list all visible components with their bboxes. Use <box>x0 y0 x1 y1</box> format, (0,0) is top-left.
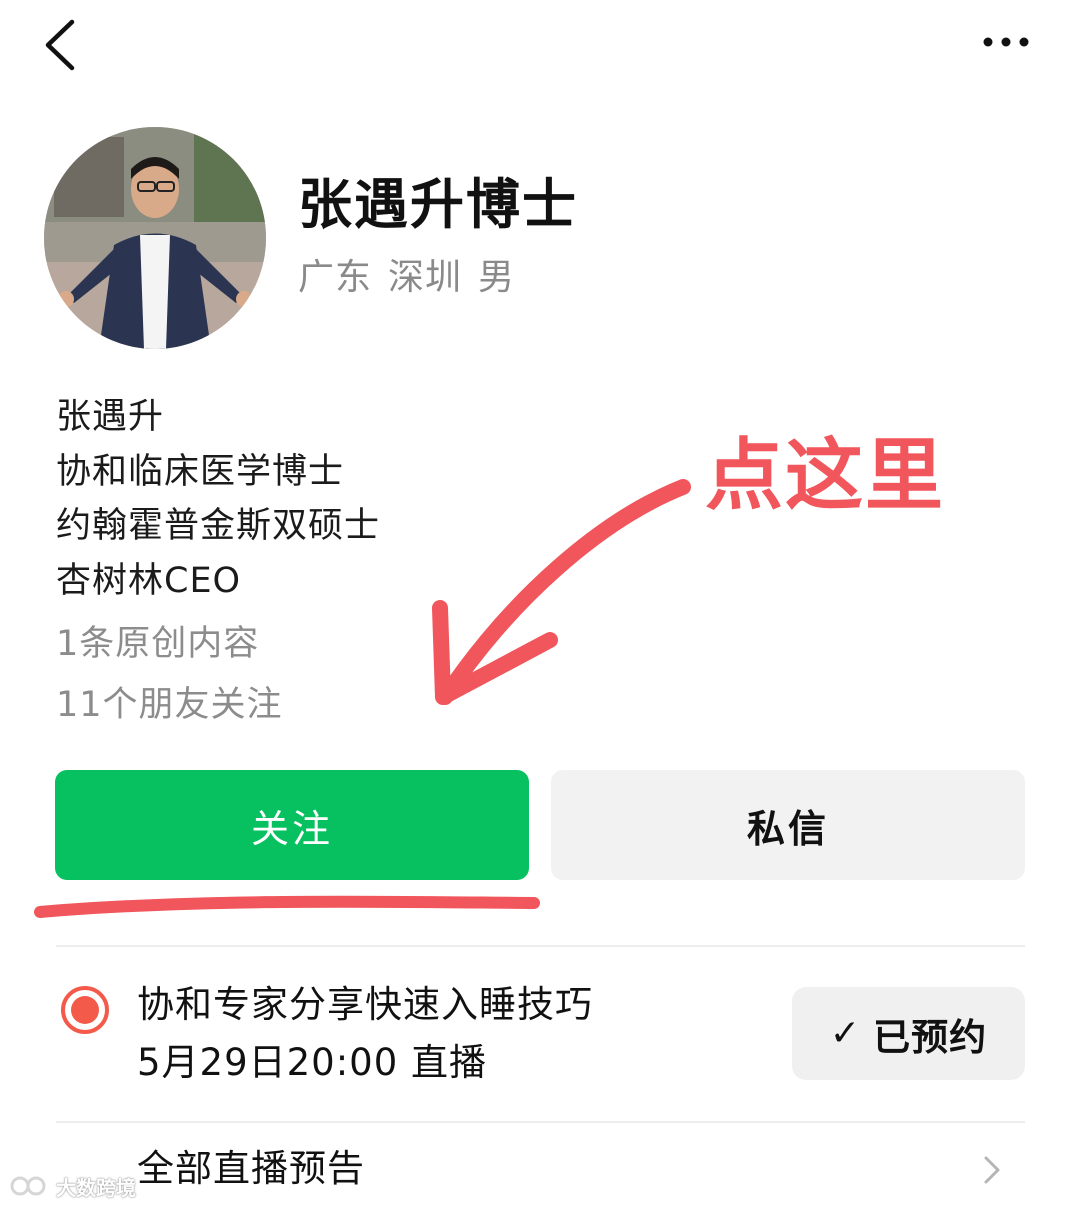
watermark-logo-icon <box>10 1176 46 1196</box>
annotation-underline <box>34 895 540 918</box>
watermark: 大数跨境 <box>10 1170 136 1202</box>
bio-line: 约翰霍普金斯双硕士 <box>56 506 381 546</box>
bio-line: 协和临床医学博士 <box>56 451 345 492</box>
watermark-text: 大数跨境 <box>56 1175 136 1200</box>
reserved-button[interactable]: ✓ 已预约 <box>792 987 1025 1080</box>
profile-meta: 广东 深圳男 <box>298 252 531 304</box>
message-button[interactable]: 私信 <box>551 770 1025 880</box>
live-time: 5月29日20:00 直播 <box>137 1041 488 1084</box>
chevron-left-icon <box>45 19 75 71</box>
profile-province: 广东 <box>298 257 373 298</box>
profile-name: 张遇升博士 <box>298 173 578 236</box>
all-live-previews-link[interactable]: 全部直播预告 <box>56 1122 1025 1207</box>
avatar[interactable] <box>44 127 266 349</box>
bio-line: 张遇升 <box>56 397 165 437</box>
profile-gender: 男 <box>478 257 516 298</box>
profile-city: 深圳 <box>388 257 463 298</box>
bio-line: 杏树林CEO <box>56 560 242 601</box>
live-title[interactable]: 协和专家分享快速入睡技巧 <box>137 978 593 1032</box>
more-dots-icon <box>983 37 1029 47</box>
back-button[interactable] <box>40 14 90 74</box>
chevron-right-icon <box>984 1156 1000 1184</box>
follow-button[interactable]: 关注 <box>55 770 529 880</box>
live-dot-icon <box>61 986 109 1034</box>
divider <box>56 945 1025 947</box>
all-live-previews-label: 全部直播预告 <box>137 1147 365 1190</box>
more-button[interactable] <box>972 22 1042 62</box>
annotation-arrow <box>437 479 691 705</box>
annotation-arrowhead <box>432 600 558 705</box>
original-content-count[interactable]: 1条原创内容 <box>56 614 283 675</box>
annotation-label: 点这里 <box>705 431 946 521</box>
profile-stats: 1条原创内容 11个朋友关注 <box>56 614 283 736</box>
profile-bio: 张遇升 协和临床医学博士 约翰霍普金斯双硕士 杏树林CEO <box>56 390 380 608</box>
reserved-label: 已预约 <box>873 1015 988 1059</box>
friends-following-count[interactable]: 11个朋友关注 <box>56 675 283 736</box>
avatar-photo <box>44 127 266 349</box>
check-icon: ✓ <box>829 1013 862 1054</box>
